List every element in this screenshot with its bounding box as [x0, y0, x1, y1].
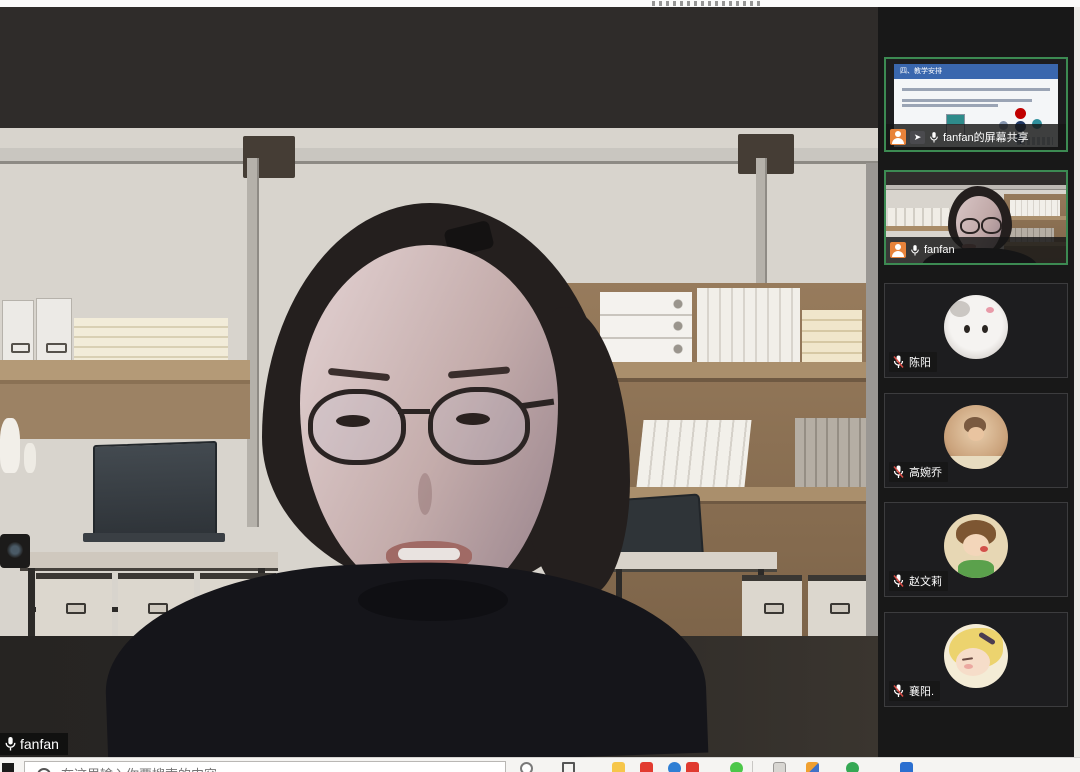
- laptop-base: [83, 533, 225, 542]
- participant-name: 陈阳: [909, 354, 931, 370]
- participant-name: 高婉乔: [909, 464, 942, 480]
- tile-participant-gaowanqiao[interactable]: 高婉乔: [884, 393, 1068, 488]
- participant-label: 赵文莉: [889, 571, 948, 591]
- slide-text-line: [902, 88, 1050, 91]
- edge-icon[interactable]: [668, 762, 681, 772]
- participant-label: 高婉乔: [889, 462, 948, 482]
- wechat-icon[interactable]: [730, 762, 743, 772]
- participant-label: 陈阳: [889, 352, 937, 372]
- speaker-name-tag: fanfan: [0, 733, 68, 755]
- book-stack: [802, 310, 862, 362]
- participant-name: 襄阳.: [909, 683, 934, 699]
- file-box: [2, 300, 34, 362]
- screen-share-icon: ➤: [910, 131, 925, 144]
- tile-screen-share[interactable]: 四、教学安排 ➤: [884, 57, 1068, 152]
- file-explorer-icon[interactable]: [612, 762, 625, 772]
- presenter-icon: [890, 242, 906, 258]
- taskbar-search[interactable]: [24, 761, 506, 772]
- avatar-anime-wink: [944, 624, 1008, 688]
- blue-app-icon[interactable]: [900, 762, 913, 772]
- truncated-title-text: [652, 1, 764, 6]
- white-vase: [0, 418, 20, 473]
- avatar-cartoon-boy: [944, 514, 1008, 578]
- screen-share-label-bar: ➤ fanfan的屏幕共享: [886, 124, 1066, 150]
- slide-text-line: [902, 99, 1032, 102]
- main-video-stage[interactable]: fanfan: [0, 7, 878, 757]
- side-table: [610, 552, 777, 572]
- taskbar-divider: [752, 761, 753, 772]
- lock-icon[interactable]: [773, 762, 786, 772]
- camera-tripod: [0, 534, 30, 568]
- mic-muted-icon: [892, 684, 905, 698]
- window-right-edge: [1074, 7, 1080, 757]
- participant-name: fanfan: [924, 244, 955, 256]
- screen-share-name: fanfan的屏幕共享: [943, 129, 1029, 145]
- tile-fanfan-video[interactable]: fanfan: [884, 170, 1068, 265]
- start-button[interactable]: [2, 763, 14, 772]
- shelf-post: [756, 158, 767, 288]
- office-icon[interactable]: [806, 762, 819, 772]
- task-view-icon[interactable]: [562, 762, 575, 772]
- white-vase: [24, 443, 36, 473]
- laptop: [93, 441, 217, 541]
- participant-label: 襄阳.: [889, 681, 940, 701]
- glasses-lens: [308, 389, 406, 465]
- file-box: [36, 298, 72, 362]
- desk: [20, 552, 278, 571]
- shelf-post: [247, 158, 259, 527]
- tile-participant-chenyang[interactable]: 陈阳: [884, 283, 1068, 378]
- window-title-strip: [0, 0, 1080, 7]
- avatar-white-cat: [944, 295, 1008, 359]
- mic-on-icon: [4, 736, 17, 752]
- participant-name: 赵文莉: [909, 573, 942, 589]
- nose-shadow: [418, 473, 432, 515]
- glasses-lens: [428, 387, 530, 465]
- cortana-icon[interactable]: [520, 762, 533, 772]
- search-icon: [37, 768, 51, 772]
- slide-text-line: [902, 104, 998, 107]
- eye: [336, 415, 370, 427]
- mail-icon[interactable]: [640, 762, 653, 772]
- turtleneck-collar: [358, 579, 508, 621]
- tile-participant-zhaowenli[interactable]: 赵文莉: [884, 502, 1068, 597]
- storage-boxes-right: [742, 575, 868, 640]
- participants-sidebar: 四、教学安排 ➤: [878, 7, 1080, 757]
- mic-on-icon: [910, 244, 920, 257]
- white-books: [697, 288, 800, 362]
- windows-taskbar: [0, 757, 1080, 772]
- white-binders: [600, 292, 692, 362]
- book-stacks-left: [74, 318, 228, 362]
- mic-muted-icon: [892, 574, 905, 588]
- gray-books: [795, 418, 866, 487]
- shelf-board-left: [0, 360, 250, 384]
- avatar-portrait-photo: [944, 405, 1008, 469]
- presenter-icon: [890, 129, 906, 145]
- diagram-node-red: [1015, 108, 1026, 119]
- wall-edge: [866, 163, 878, 643]
- room-dark-wall: [0, 7, 878, 128]
- glasses-bridge: [398, 409, 430, 414]
- mic-muted-icon: [892, 355, 905, 369]
- search-input[interactable]: [59, 766, 483, 772]
- wps-icon[interactable]: [686, 762, 699, 772]
- eye: [456, 413, 490, 425]
- mic-on-icon: [929, 131, 939, 144]
- fanfan-label-bar: fanfan: [886, 237, 1066, 263]
- desk-leg: [28, 568, 35, 643]
- meeting-window: fanfan 四、教学安排: [0, 7, 1080, 757]
- tile-participant-xiangyang[interactable]: 襄阳.: [884, 612, 1068, 707]
- slide-title-bar: 四、教学安排: [894, 64, 1058, 79]
- white-books: [636, 420, 751, 487]
- speaker-name-label: fanfan: [20, 736, 59, 752]
- wood-backing: [0, 384, 250, 439]
- mic-muted-icon: [892, 465, 905, 479]
- green-sphere-icon[interactable]: [846, 762, 859, 772]
- teeth: [398, 548, 460, 560]
